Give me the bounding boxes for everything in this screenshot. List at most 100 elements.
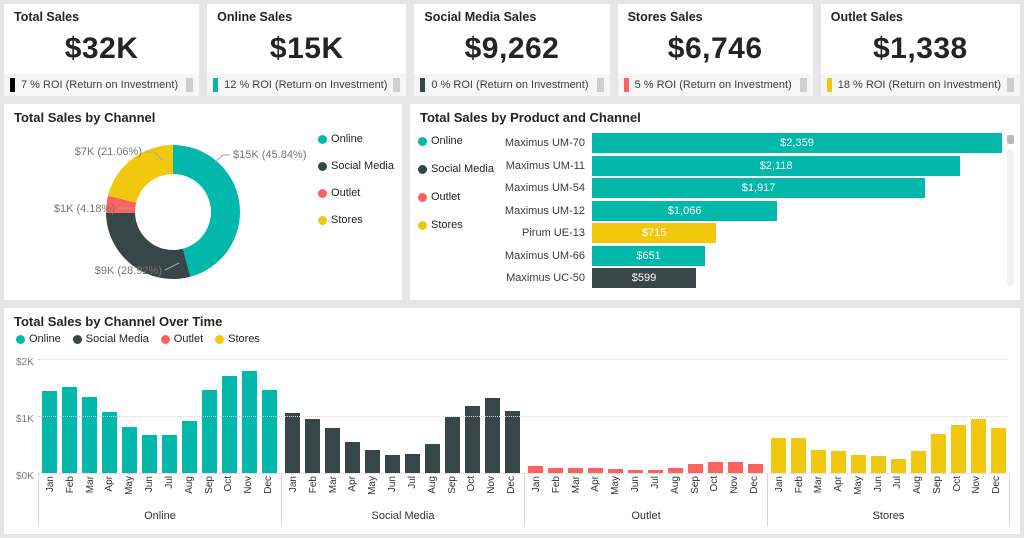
product-bar[interactable]: $2,118 [592, 156, 960, 176]
bar-column [988, 353, 1008, 473]
time-bar-mar[interactable] [811, 450, 826, 473]
channel-group-outlet: JanFebMarAprMayJunJulAugSepOctNovDecOutl… [524, 353, 767, 534]
bar-track: $651 [592, 246, 1002, 266]
kpi-roi-strip: 18 % ROI (Return on Investment) [821, 74, 1020, 96]
time-bar-aug[interactable] [182, 421, 197, 473]
time-bar-apr[interactable] [345, 442, 360, 473]
bar-value-label: $2,359 [780, 137, 814, 149]
legend-item-stores[interactable]: Stores [215, 333, 260, 345]
kpi-card[interactable]: Outlet Sales $1,338 18 % ROI (Return on … [821, 4, 1020, 96]
time-bar-jul[interactable] [405, 454, 420, 473]
time-bar-aug[interactable] [425, 444, 440, 473]
time-bar-may[interactable] [122, 427, 137, 473]
month-label: Apr [591, 476, 601, 492]
panel-sales-over-time: Total Sales by Channel Over Time Online … [4, 308, 1020, 534]
legend-item-online[interactable]: Online [16, 333, 61, 345]
month-label: Jun [145, 476, 155, 492]
time-bar-apr[interactable] [831, 451, 846, 473]
time-bar-dec[interactable] [262, 390, 277, 473]
time-bar-apr[interactable] [102, 412, 117, 473]
time-bar-sep[interactable] [445, 417, 460, 473]
time-bar-jul[interactable] [162, 435, 177, 473]
legend-item-social-media[interactable]: Social Media [73, 333, 149, 345]
time-bar-jun[interactable] [385, 455, 400, 473]
time-bar-mar[interactable] [325, 428, 340, 473]
time-bar-dec[interactable] [505, 411, 520, 473]
bar-column [219, 353, 239, 473]
legend-item-online[interactable]: Online [418, 135, 500, 147]
time-bar-oct[interactable] [465, 406, 480, 473]
month-label: Jul [651, 476, 661, 489]
product-bar[interactable]: $1,917 [592, 178, 925, 198]
time-bar-jan[interactable] [771, 438, 786, 473]
legend-item-outlet[interactable]: Outlet [161, 333, 203, 345]
time-bar-nov[interactable] [485, 398, 500, 473]
scrollbar[interactable] [1006, 133, 1015, 286]
legend-item-outlet[interactable]: Outlet [318, 187, 394, 199]
kpi-card[interactable]: Stores Sales $6,746 5 % ROI (Return on I… [618, 4, 813, 96]
bar-value-label: $1,917 [742, 182, 776, 194]
legend-item-social-media[interactable]: Social Media [418, 163, 500, 175]
scrollbar-thumb[interactable] [1007, 135, 1014, 144]
legend-dot [318, 162, 327, 171]
time-bar-nov[interactable] [242, 371, 257, 473]
time-bar-jun[interactable] [871, 456, 886, 473]
time-bar-aug[interactable] [911, 451, 926, 473]
legend-item-stores[interactable]: Stores [418, 219, 500, 231]
bar-column [442, 353, 462, 473]
bar-track: $2,118 [592, 156, 1002, 176]
scrollbar-track[interactable] [1007, 149, 1014, 286]
kpi-card[interactable]: Social Media Sales $9,262 0 % ROI (Retur… [414, 4, 609, 96]
product-bar[interactable]: $651 [592, 246, 705, 266]
bar-column [383, 353, 403, 473]
legend-dot [418, 165, 427, 174]
time-bar-may[interactable] [851, 455, 866, 473]
legend-label: Stores [331, 214, 363, 226]
time-bar-jan[interactable] [42, 391, 57, 473]
roi-label: 5 % ROI (Return on Investment) [635, 79, 794, 91]
time-bar-sep[interactable] [688, 464, 703, 473]
legend-label: Stores [228, 333, 260, 345]
time-bar-nov[interactable] [971, 419, 986, 473]
time-bar-feb[interactable] [791, 438, 806, 473]
time-bar-oct[interactable] [222, 376, 237, 473]
legend-label: Online [331, 133, 363, 145]
time-bar-oct[interactable] [708, 462, 723, 473]
kpi-card[interactable]: Online Sales $15K 12 % ROI (Return on In… [207, 4, 406, 96]
product-bar[interactable]: $1,066 [592, 201, 777, 221]
bar-column [685, 353, 705, 473]
time-bar-feb[interactable] [62, 387, 77, 473]
roi-accent-bar [624, 78, 629, 92]
time-bar-jun[interactable] [142, 435, 157, 473]
legend-item-outlet[interactable]: Outlet [418, 191, 500, 203]
roi-accent-bar [10, 78, 15, 92]
y-axis: $2K $1K $0K [10, 353, 38, 534]
kpi-title: Total Sales [4, 4, 199, 24]
product-bar[interactable]: $2,359 [592, 133, 1002, 153]
bar-column [363, 353, 383, 473]
time-bar-oct[interactable] [951, 425, 966, 473]
product-bar[interactable]: $715 [592, 223, 716, 243]
group-month-labels: JanFebMarAprMayJunJulAugSepOctNovDec [39, 473, 281, 509]
legend-item-social-media[interactable]: Social Media [318, 160, 394, 172]
time-bar-sep[interactable] [202, 390, 217, 473]
time-bar-nov[interactable] [728, 462, 743, 473]
time-bar-sep[interactable] [931, 434, 946, 473]
month-label: Nov [730, 476, 740, 494]
time-bar-may[interactable] [365, 450, 380, 473]
legend-item-online[interactable]: Online [318, 133, 394, 145]
kpi-card[interactable]: Total Sales $32K 7 % ROI (Return on Inve… [4, 4, 199, 96]
time-bar-dec[interactable] [991, 428, 1006, 473]
legend-item-stores[interactable]: Stores [318, 214, 394, 226]
bar-column [462, 353, 482, 473]
time-bar-jan[interactable] [285, 413, 300, 473]
time-bar-dec[interactable] [748, 464, 763, 473]
time-bar-jan[interactable] [528, 466, 543, 473]
product-bar-row: Maximus UM-66$651 [504, 246, 1002, 266]
month-label: Jul [893, 476, 903, 489]
product-bar[interactable]: $599 [592, 268, 696, 288]
time-bar-jul[interactable] [891, 459, 906, 473]
time-bar-mar[interactable] [82, 397, 97, 473]
time-bar-feb[interactable] [305, 419, 320, 473]
kpi-title: Stores Sales [618, 4, 813, 24]
